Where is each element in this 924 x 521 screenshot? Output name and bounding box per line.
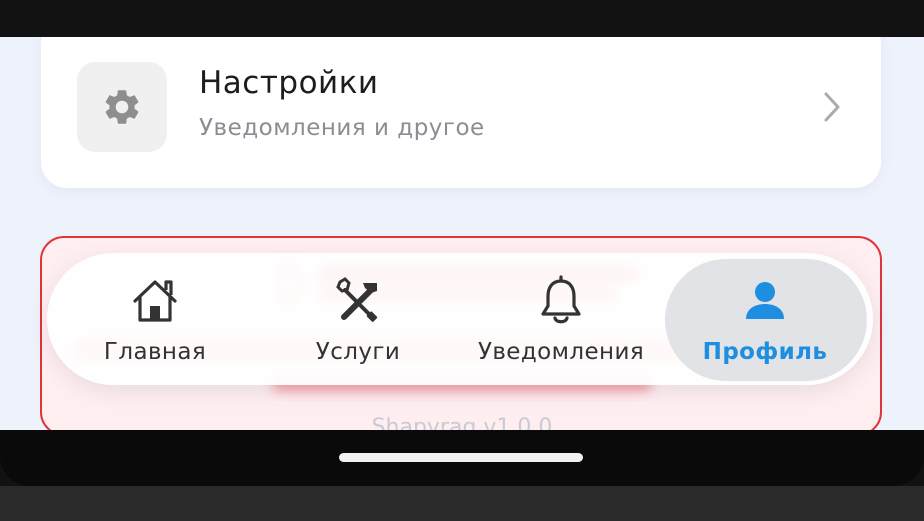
settings-card[interactable]: Настройки Уведомления и другое xyxy=(41,37,881,188)
home-indicator[interactable] xyxy=(339,453,583,462)
status-bar xyxy=(0,0,924,37)
nav-label-services: Услуги xyxy=(315,339,401,365)
nav-item-services[interactable]: Услуги xyxy=(258,253,458,385)
gear-icon xyxy=(105,90,139,124)
settings-subtitle: Уведомления и другое xyxy=(199,115,485,141)
bottom-navigation: Главная Услуги Уведомления Профиль xyxy=(47,253,873,385)
device-frame-bottom xyxy=(0,486,924,521)
nav-item-home[interactable]: Главная xyxy=(55,253,255,385)
chevron-right-icon xyxy=(824,92,840,122)
home-icon xyxy=(133,280,177,322)
user-icon xyxy=(746,282,784,319)
nav-label-home: Главная xyxy=(103,339,207,365)
app-version: Shapyrag v1.0.0 xyxy=(371,415,553,430)
settings-title: Настройки xyxy=(199,65,379,101)
nav-item-notifications[interactable]: Уведомления xyxy=(461,253,661,385)
nav-label-profile: Профиль xyxy=(702,339,828,365)
settings-icon-box xyxy=(77,62,167,152)
nav-item-profile[interactable]: Профиль xyxy=(665,253,865,385)
bell-icon xyxy=(541,275,581,324)
nav-label-notifications: Уведомления xyxy=(477,339,645,365)
app-screen: Настройки Уведомления и другое Shapyrag … xyxy=(0,37,924,430)
tools-icon xyxy=(336,277,378,322)
